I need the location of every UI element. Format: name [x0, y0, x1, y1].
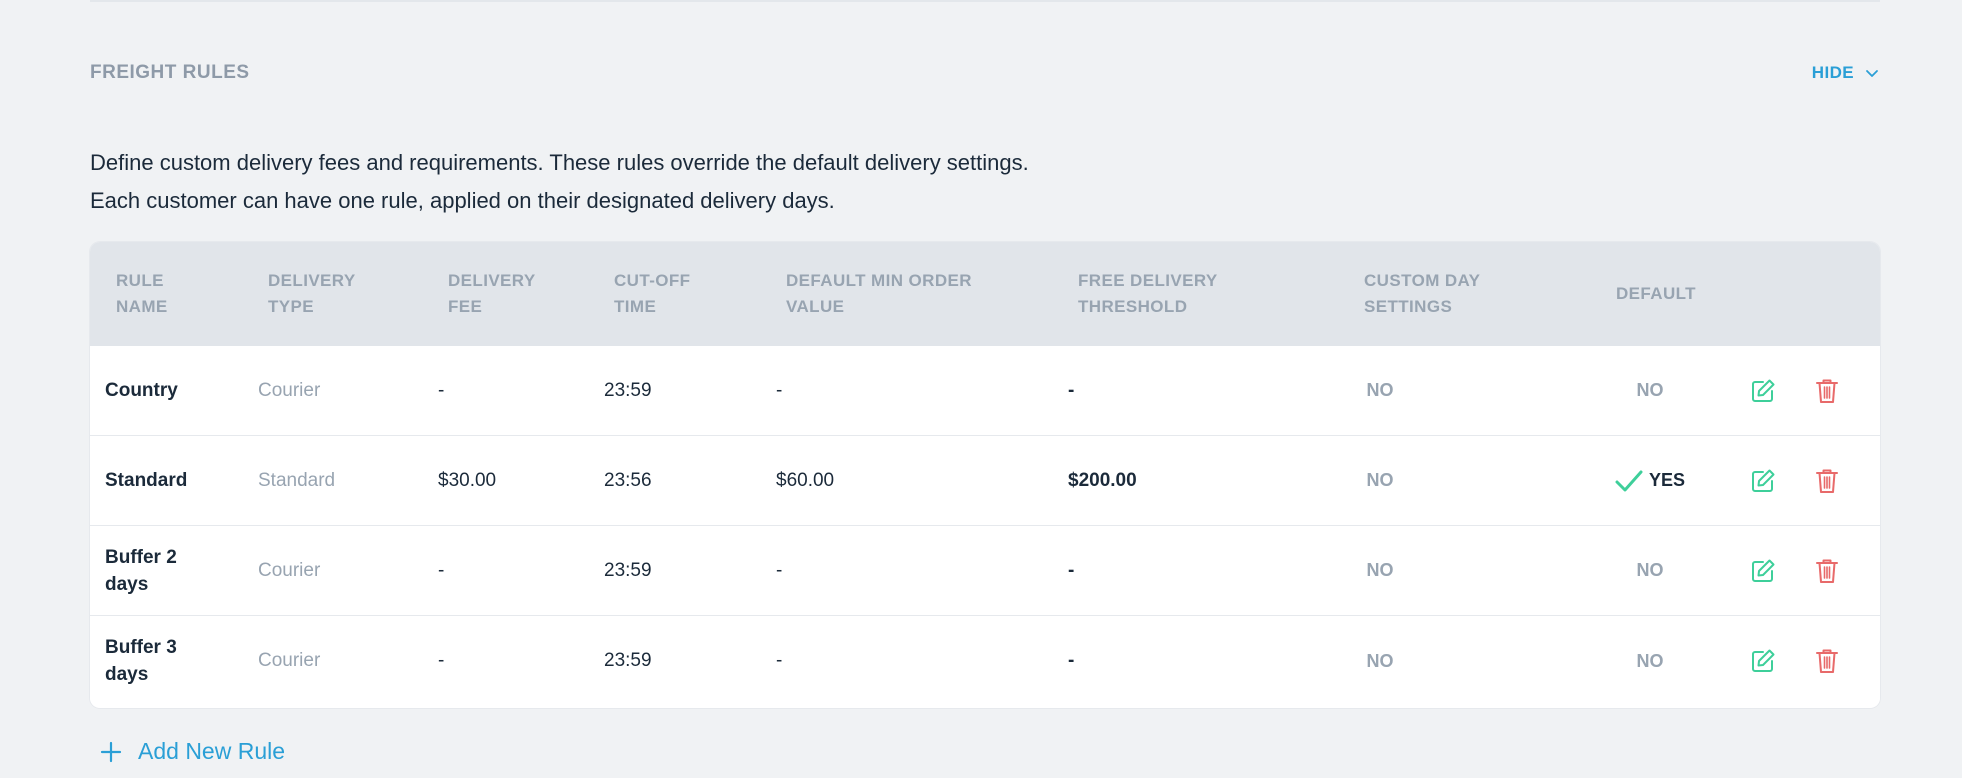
- default-status: NO: [1590, 526, 1710, 615]
- delete-button[interactable]: [1812, 616, 1842, 706]
- cutoff-time: 23:59: [604, 559, 652, 581]
- plus-icon: [100, 741, 122, 762]
- add-new-rule-button[interactable]: Add New Rule: [100, 738, 285, 765]
- add-new-rule-label: Add New Rule: [138, 738, 286, 764]
- cutoff-time: 23:59: [604, 650, 652, 671]
- table-row: Buffer 3 days Courier - 23:59 - - NO NO: [90, 616, 1880, 706]
- check-icon: [1615, 470, 1643, 491]
- edit-button[interactable]: [1748, 526, 1778, 615]
- min-order-value: -: [776, 379, 783, 401]
- header-free-threshold: FREE DELIVERY THRESHOLD: [1078, 268, 1218, 320]
- trash-icon: [1816, 469, 1838, 493]
- hide-toggle-label: HIDE: [1811, 63, 1854, 82]
- free-delivery-threshold: -: [1068, 650, 1075, 671]
- section-header: FREIGHT RULES HIDE: [90, 56, 1880, 90]
- rule-name: Buffer 3 days: [105, 637, 177, 685]
- hide-toggle-button[interactable]: HIDE: [1812, 63, 1880, 83]
- default-status: YES: [1590, 436, 1710, 525]
- edit-button[interactable]: [1748, 346, 1778, 435]
- description-line: Define custom delivery fees and requirem…: [90, 150, 1029, 175]
- cutoff-time: 23:59: [604, 379, 652, 401]
- header-min-order: DEFAULT MIN ORDER VALUE: [786, 268, 972, 320]
- header-custom-day: CUSTOM DAY SETTINGS: [1364, 268, 1480, 320]
- section-title: FREIGHT RULES: [90, 62, 250, 83]
- table-header: RULE NAME DELIVERY TYPE DELIVERY FEE CUT…: [90, 242, 1880, 346]
- edit-icon: [1752, 469, 1775, 492]
- delete-button[interactable]: [1812, 346, 1842, 435]
- header-line: DEFAULT MIN ORDER: [786, 271, 972, 290]
- default-status-label: YES: [1648, 470, 1686, 490]
- header-line: DELIVERY: [448, 271, 536, 290]
- header-line: SETTINGS: [1364, 297, 1453, 316]
- header-line: TYPE: [268, 297, 315, 316]
- rule-name: Standard: [105, 470, 188, 491]
- rule-name: Country: [105, 380, 178, 401]
- header-line: CUT-OFF: [614, 271, 691, 290]
- header-default: DEFAULT: [1616, 281, 1696, 307]
- header-line: FEE: [448, 297, 483, 316]
- default-status-label: NO: [1636, 560, 1664, 580]
- header-line: VALUE: [786, 297, 845, 316]
- edit-icon: [1752, 559, 1775, 582]
- header-cutoff-time: CUT-OFF TIME: [614, 268, 690, 320]
- min-order-value: -: [776, 559, 783, 581]
- delivery-fee: $30.00: [438, 469, 497, 491]
- delivery-fee: -: [438, 650, 445, 671]
- custom-day-status: NO: [1366, 560, 1394, 580]
- freight-rules-table: RULE NAME DELIVERY TYPE DELIVERY FEE CUT…: [90, 242, 1880, 708]
- delete-button[interactable]: [1812, 436, 1842, 525]
- header-line: TIME: [614, 297, 657, 316]
- free-delivery-threshold: -: [1068, 559, 1075, 581]
- default-status: NO: [1590, 616, 1710, 706]
- header-rule-name: RULE NAME: [116, 268, 168, 320]
- header-line: NAME: [116, 297, 168, 316]
- table-row: Standard Standard $30.00 23:56 $60.00 $2…: [90, 436, 1880, 526]
- delivery-type: Courier: [258, 559, 321, 581]
- custom-day-status: NO: [1366, 470, 1394, 490]
- rule-name: Buffer 2 days: [105, 546, 177, 595]
- header-line: DEFAULT: [1616, 284, 1696, 303]
- min-order-value: $60.00: [776, 469, 835, 491]
- delete-button[interactable]: [1812, 526, 1842, 615]
- header-line: RULE: [116, 271, 164, 290]
- delivery-fee: -: [438, 379, 445, 401]
- header-line: DELIVERY: [268, 271, 356, 290]
- header-line: CUSTOM DAY: [1364, 271, 1481, 290]
- default-status: NO: [1590, 346, 1710, 435]
- min-order-value: -: [776, 650, 783, 671]
- header-delivery-fee: DELIVERY FEE: [448, 268, 536, 320]
- delivery-type: Courier: [258, 650, 321, 671]
- header-delivery-type: DELIVERY TYPE: [268, 268, 356, 320]
- free-delivery-threshold: $200.00: [1068, 469, 1137, 491]
- table-row: Buffer 2 days Courier - 23:59 - - NO NO: [90, 526, 1880, 616]
- edit-icon: [1752, 379, 1775, 402]
- trash-icon: [1816, 559, 1838, 583]
- cutoff-time: 23:56: [604, 469, 652, 491]
- edit-button[interactable]: [1748, 436, 1778, 525]
- section-divider: [90, 0, 1880, 2]
- default-status-label: NO: [1636, 380, 1664, 400]
- edit-button[interactable]: [1748, 616, 1778, 706]
- section-description: Define custom delivery fees and requirem…: [90, 144, 1490, 220]
- header-line: THRESHOLD: [1078, 297, 1188, 316]
- delivery-type: Courier: [258, 379, 321, 401]
- custom-day-status: NO: [1366, 380, 1394, 400]
- table-row: Country Courier - 23:59 - - NO NO: [90, 346, 1880, 436]
- header-line: FREE DELIVERY: [1078, 271, 1218, 290]
- trash-icon: [1816, 649, 1838, 673]
- default-status-label: NO: [1636, 650, 1664, 671]
- delivery-type: Standard: [258, 469, 336, 491]
- custom-day-status: NO: [1366, 650, 1394, 671]
- description-line: Each customer can have one rule, applied…: [90, 188, 835, 213]
- trash-icon: [1816, 379, 1838, 403]
- edit-icon: [1752, 649, 1775, 672]
- free-delivery-threshold: -: [1068, 379, 1075, 401]
- chevron-down-icon: [1866, 70, 1878, 77]
- delivery-fee: -: [438, 559, 445, 581]
